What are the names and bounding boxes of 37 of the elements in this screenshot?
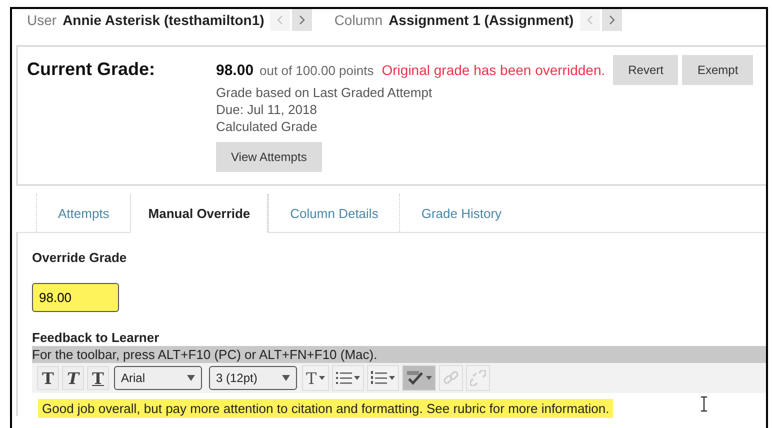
text-color-button[interactable]: T (302, 365, 329, 391)
grade-input[interactable]: 98.00 (32, 283, 119, 312)
view-attempts-button[interactable]: View Attempts (216, 142, 322, 172)
section-title: Current Grade: (27, 59, 156, 81)
tab[interactable]: Column Details (268, 194, 400, 232)
toolbar-hint: For the toolbar, press ALT+F10 (PC) or ALT+FN+F10 (Mac). (32, 346, 766, 363)
field-value: Annie Asterisk (testhamilton1) (62, 12, 264, 28)
next-button[interactable] (292, 9, 312, 31)
tab[interactable]: Grade History (399, 194, 523, 232)
grade-score: 98.00 (216, 62, 254, 78)
spellcheck-button[interactable] (402, 365, 436, 391)
field-label: Column (334, 12, 383, 28)
feedback-text: Good job overall, but pay more attention to citation and formatting. See rubric for more information. (38, 399, 614, 418)
tab[interactable]: Manual Override (130, 194, 268, 233)
field-label: Feedback to Learner (32, 330, 160, 345)
text-cursor-icon (700, 396, 708, 412)
action-button[interactable]: Revert (613, 55, 678, 85)
next-button[interactable] (602, 9, 622, 31)
numbered-list-button[interactable] (366, 365, 399, 391)
override-notice: Original grade has been overridden. (382, 62, 606, 78)
grade-detail: Due: Jul 11, 2018 (216, 101, 318, 118)
dropdown[interactable]: 3 (12pt) (209, 366, 297, 390)
dropdown[interactable]: Arial (114, 366, 202, 390)
bullet-list-button[interactable] (332, 365, 364, 391)
field-value: Assignment 1 (Assignment) (388, 12, 574, 28)
action-button[interactable]: Exempt (682, 55, 754, 85)
field-label: User (27, 12, 57, 28)
underline-button[interactable]: T (87, 366, 109, 390)
italic-button[interactable]: T (62, 366, 84, 390)
grade-detail: Calculated Grade (216, 118, 318, 135)
points-text: out of 100.00 points (260, 62, 374, 78)
list-icon (336, 371, 352, 385)
checkmark-icon (406, 370, 424, 386)
field-label: Override Grade (32, 250, 128, 265)
bold-button[interactable]: T (37, 366, 59, 390)
grade-detail: Grade based on Last Graded Attempt (216, 84, 434, 101)
list-icon (370, 371, 387, 385)
